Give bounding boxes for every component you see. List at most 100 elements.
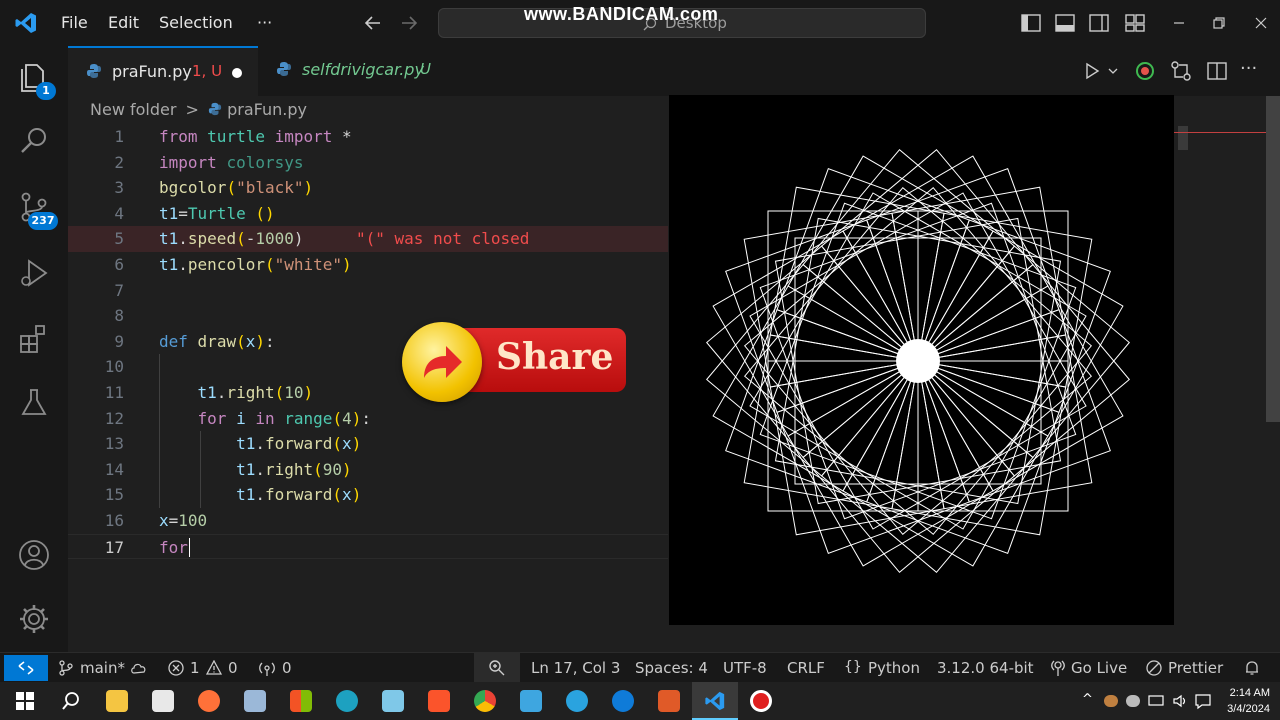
indentation[interactable]: Spaces: 4 [635,659,708,677]
customize-layout-icon[interactable] [1124,12,1146,34]
line-number: 3 [114,178,124,198]
title-bar: File Edit Selection ··· Desktop www.BAND… [0,0,1280,46]
code-line[interactable]: 2 import colorsys [68,150,668,176]
cursor-position[interactable]: Ln 17, Col 3 [531,659,620,677]
warning-count[interactable]: 0 [228,659,238,677]
chevron-down-icon[interactable] [1108,66,1118,76]
breadcrumb: New folder > praFun.py [90,100,307,119]
prettier-status[interactable]: Prettier [1168,659,1223,677]
scrollbar-thumb[interactable] [1266,96,1280,422]
turtle-inner-square [712,285,919,492]
code-line[interactable]: 4 t1=Turtle () [68,201,668,227]
remote-indicator[interactable] [4,655,48,681]
bandicam-record-icon[interactable] [750,690,772,712]
volume-icon[interactable] [1172,694,1188,708]
vscode-taskbar-icon [705,691,725,711]
python-interpreter[interactable]: 3.12.0 64-bit [937,659,1034,677]
vscode-taskbar-item[interactable] [692,682,738,720]
paint-icon[interactable] [520,690,542,712]
sync-cloud-icon[interactable] [130,661,148,675]
tab-selfdrivigcar-label: selfdrivigcar.py [302,60,424,79]
language-mode[interactable]: Python [868,659,920,677]
tab-selfdrivigcar[interactable]: selfdrivigcar.py U [258,46,450,96]
menu-file[interactable]: File [61,13,88,32]
code-line[interactable]: 15 t1.forward(x) [68,482,668,508]
menu-selection[interactable]: Selection [159,13,233,32]
code-line[interactable]: 16 x=100 [68,508,668,534]
microsoft-store-icon[interactable] [152,690,174,712]
tray-chevron-icon[interactable]: ^ [1082,692,1093,707]
encoding[interactable]: UTF-8 [723,659,767,677]
error-count[interactable]: 1 [190,659,200,677]
go-live-record-icon[interactable] [1134,60,1156,82]
run-file-icon[interactable] [1083,62,1101,80]
toggle-primary-sidebar-icon[interactable] [1020,12,1042,34]
testing-flask-icon[interactable] [17,386,51,420]
toggle-secondary-sidebar-icon[interactable] [1088,12,1110,34]
back-arrow-icon[interactable] [362,12,384,34]
breadcrumb-folder[interactable]: New folder [90,100,176,119]
git-branch[interactable]: main* [80,659,125,677]
ports-count[interactable]: 0 [282,659,292,677]
notification-center-icon[interactable] [1194,692,1212,710]
tab-prafun[interactable]: praFun.py 1, U [68,46,258,96]
tab-selfdrivigcar-status: U [420,60,431,78]
more-actions-icon[interactable]: ··· [1240,58,1257,79]
close-icon[interactable] [1250,12,1272,34]
split-editor-icon[interactable] [1206,60,1228,82]
windows-start-icon[interactable] [14,690,36,712]
taskbar-search-icon[interactable] [60,690,82,712]
restore-icon[interactable] [1208,12,1230,34]
code-line[interactable]: 12 for i in range(4): [68,406,668,432]
code-line[interactable]: 13 t1.forward(x) [68,431,668,457]
brave-icon[interactable] [428,690,450,712]
notepad-icon[interactable] [382,690,404,712]
office-icon[interactable] [290,690,312,712]
activity-bar: 1 237 [0,46,68,652]
code-line[interactable]: 7 [68,278,668,304]
file-explorer-icon[interactable] [106,690,128,712]
share-overlay-button[interactable]: Share [402,322,628,404]
breadcrumb-file[interactable]: praFun.py [227,100,307,119]
zoom-indicator[interactable] [474,653,520,683]
tray-app-icon[interactable] [1126,695,1140,707]
run-debug-icon[interactable] [17,256,51,290]
minimap-slider [1178,126,1188,150]
code-line[interactable]: 6 t1.pencolor("white") [68,252,668,278]
edge-icon[interactable] [336,690,358,712]
menu-more[interactable]: ··· [257,13,272,32]
line-number: 17 [104,537,124,557]
network-icon[interactable] [1148,694,1164,708]
ports-broadcast-icon [259,662,275,676]
tray-app-icon[interactable] [1104,695,1118,707]
system-clock[interactable]: 2:14 AM 3/4/2024 [1227,685,1270,717]
share-arrow-icon [424,346,462,378]
extensions-icon[interactable] [17,322,51,356]
go-live-button[interactable]: Go Live [1071,659,1127,677]
notifications-bell-icon[interactable] [1244,660,1260,676]
code-line-error[interactable]: 5 t1.speed(-1000) "(" was not closed [68,226,668,252]
search-view-icon[interactable] [17,124,51,158]
internet-explorer-icon[interactable] [612,690,634,712]
menu-edit[interactable]: Edit [108,13,139,32]
minimap[interactable] [1174,96,1280,652]
snipping-tool-icon[interactable] [658,690,680,712]
toggle-panel-icon[interactable] [1054,12,1076,34]
code-line[interactable]: 3 bgcolor("black") [68,175,668,201]
firefox-icon[interactable] [198,690,220,712]
unsaved-dot-icon[interactable] [232,68,242,78]
code-line[interactable]: 1 from turtle import * [68,124,668,150]
code-line[interactable]: 14 t1.right(90) [68,457,668,483]
photos-icon[interactable] [244,690,266,712]
compare-changes-icon[interactable] [1170,60,1192,82]
line-ending[interactable]: CRLF [787,659,825,677]
settings-gear-icon[interactable] [17,602,51,636]
code-line-current[interactable]: 17 for [68,533,668,560]
minimize-icon[interactable] [1168,12,1190,34]
vertical-scrollbar[interactable] [1266,96,1280,652]
turtle-graphics-window[interactable] [669,95,1174,625]
telegram-icon[interactable] [566,690,588,712]
forward-arrow-icon[interactable] [398,12,420,34]
accounts-icon[interactable] [17,538,51,572]
chrome-icon[interactable] [474,690,496,712]
